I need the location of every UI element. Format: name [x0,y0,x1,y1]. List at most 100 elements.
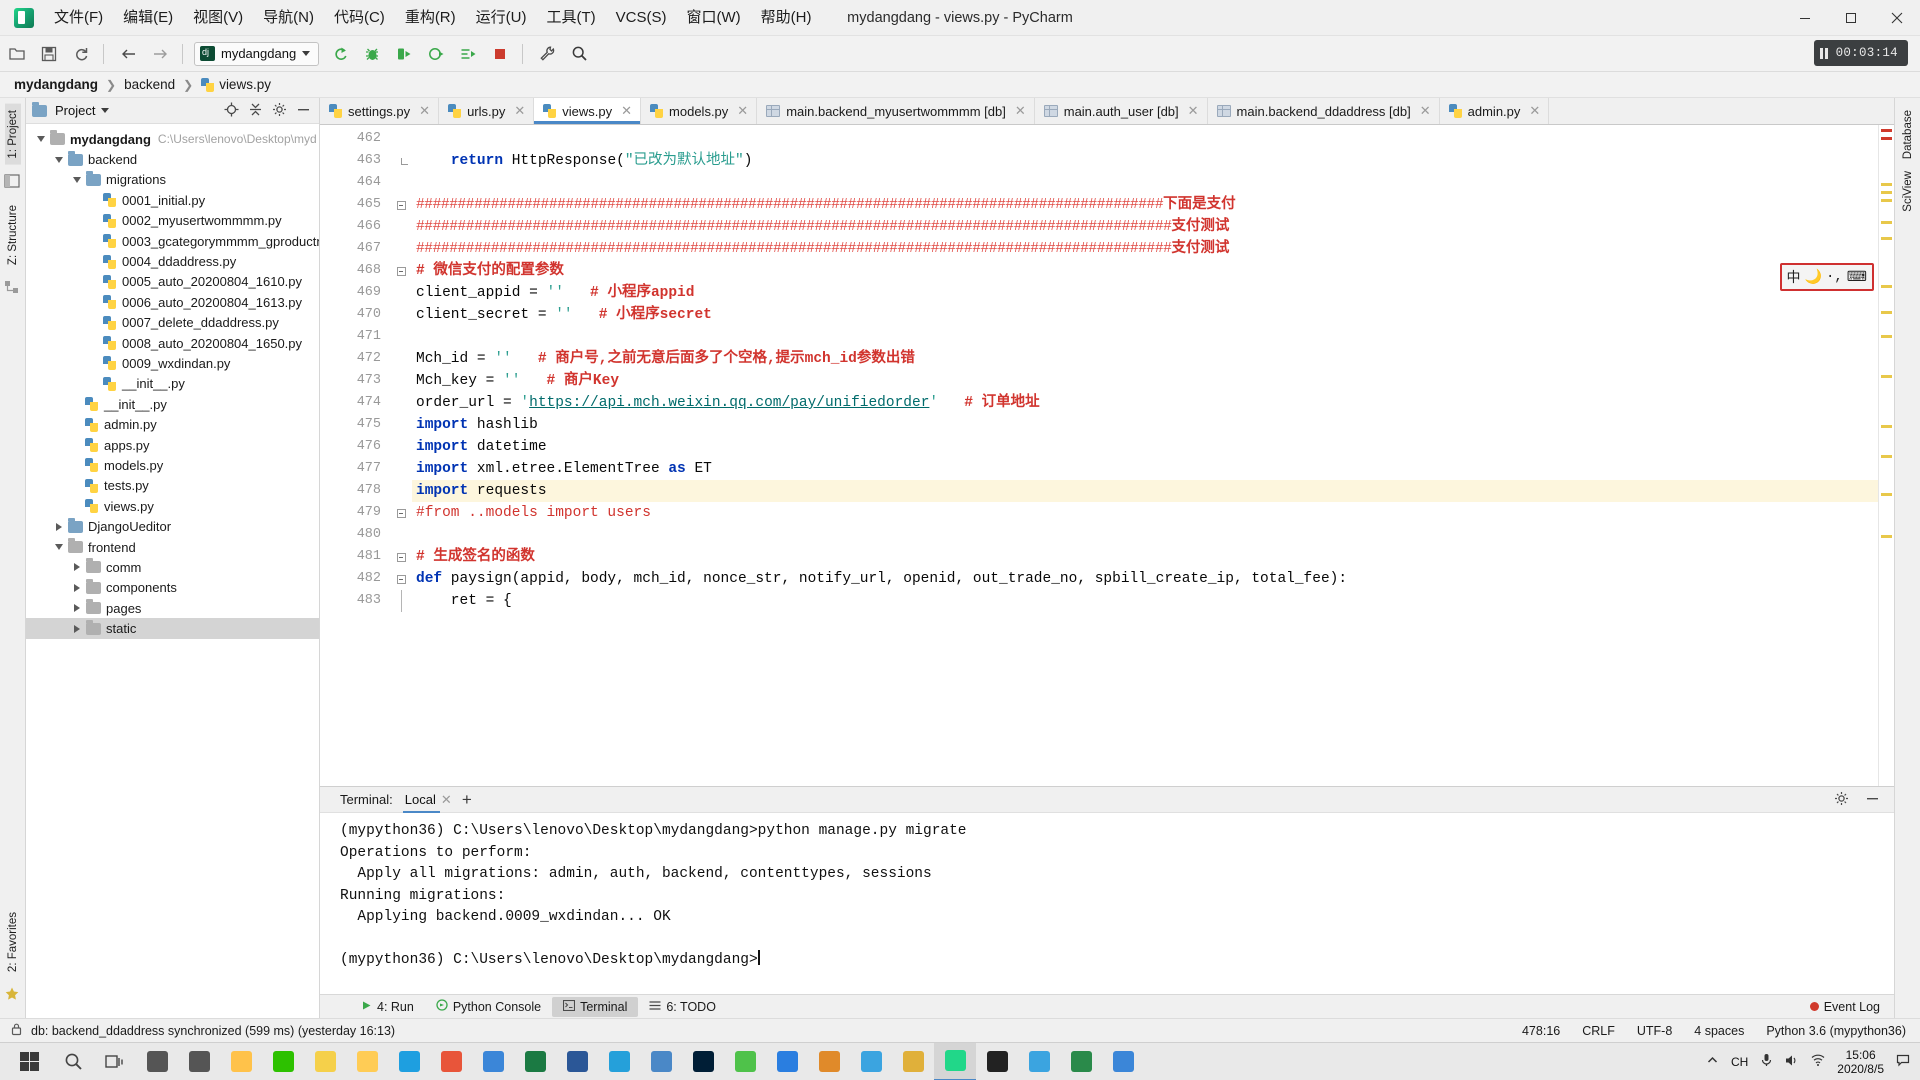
editor-tab[interactable]: main.backend_myusertwommmm [db] ✕ [757,98,1035,124]
tool-window-button[interactable]: Terminal [552,996,639,1017]
fold-collapse-icon[interactable] [396,574,406,584]
taskbar-app-wechat[interactable] [262,1043,304,1080]
sync-button[interactable] [66,40,96,68]
profile-button[interactable] [421,40,451,68]
breadcrumb-item-file[interactable]: views.py [201,77,271,92]
warning-stripe-mark[interactable] [1881,183,1892,186]
taskbar-app-browser[interactable] [472,1043,514,1080]
fold-end-icon[interactable] [400,157,408,165]
code-line[interactable]: # 生成签名的函数 [412,546,1878,568]
terminal-settings-button[interactable] [1834,791,1849,809]
menu-tools[interactable]: 工具(T) [536,0,605,36]
tray-chevron-icon[interactable] [1706,1054,1719,1070]
editor-tab[interactable]: models.py ✕ [641,98,758,124]
locate-button[interactable] [224,102,239,120]
tree-node[interactable]: apps.py [26,435,319,455]
chevron-right-icon[interactable] [70,561,83,574]
new-terminal-button[interactable]: + [462,791,472,808]
taskbar-app-chrome[interactable] [640,1043,682,1080]
tree-node[interactable]: 0005_auto_20200804_1610.py [26,272,319,292]
editor-viewport[interactable]: 462 463 464 465 466 467 468 469 470 471 472 473 474 4… [320,125,1894,786]
close-icon[interactable]: ✕ [1015,103,1026,119]
fold-marker[interactable] [390,502,412,524]
tree-node[interactable]: views.py [26,496,319,516]
chevron-right-icon[interactable] [70,602,83,615]
warning-stripe-mark[interactable] [1881,237,1892,240]
caret-position[interactable]: 478:16 [1522,1024,1560,1038]
warning-stripe-mark[interactable] [1881,335,1892,338]
run-with-coverage-button[interactable] [389,40,419,68]
close-icon[interactable]: ✕ [1529,103,1540,119]
code-line[interactable]: Mch_id = '' # 商户号,之前无意后面多了个空格,提示mch_id参数… [412,348,1878,370]
run-configuration-selector[interactable]: mydangdang [194,41,320,66]
tree-node[interactable]: DjangoUeditor [26,516,319,536]
tree-node[interactable]: 0002_myusertwommmm.py [26,211,319,231]
close-icon[interactable]: ✕ [737,103,748,119]
taskbar-app-chrome2[interactable] [724,1043,766,1080]
tree-node[interactable]: admin.py [26,414,319,434]
fold-marker[interactable] [390,194,412,216]
tree-node[interactable]: __init__.py [26,374,319,394]
project-tree[interactable]: mydangdang C:\Users\lenovo\Desktop\myd bac… [26,124,319,1018]
warning-stripe-mark[interactable] [1881,535,1892,538]
close-icon[interactable]: ✕ [621,103,632,119]
code-line[interactable]: client_secret = '' # 小程序secret [412,304,1878,326]
terminal-output[interactable]: (mypython36) C:\Users\lenovo\Desktop\myd… [320,813,1894,994]
code-line[interactable]: import datetime [412,436,1878,458]
code-line[interactable]: import xml.etree.ElementTree as ET [412,458,1878,480]
tree-node[interactable]: 0009_wxdindan.py [26,353,319,373]
error-stripe-gutter[interactable] [1878,125,1894,786]
taskbar-app-excel[interactable] [514,1043,556,1080]
warning-stripe-mark[interactable] [1881,311,1892,314]
menu-edit[interactable]: 编辑(E) [113,0,183,36]
taskbar-app-edge[interactable] [598,1043,640,1080]
fold-marker[interactable] [390,590,412,612]
editor-tab[interactable]: urls.py ✕ [439,98,535,124]
tree-node[interactable]: 0008_auto_20200804_1650.py [26,333,319,353]
forward-button[interactable] [145,40,175,68]
maximize-button[interactable] [1828,0,1874,36]
tool-window-button[interactable]: 4: Run [350,997,425,1017]
code-line[interactable]: # 微信支付的配置参数 [412,260,1878,282]
tree-node[interactable]: 0003_gcategorymmmm_gproductn [26,231,319,251]
taskbar-app-tool[interactable] [808,1043,850,1080]
chevron-down-icon[interactable] [34,133,47,146]
warning-stripe-mark[interactable] [1881,455,1892,458]
warning-stripe-mark[interactable] [1881,375,1892,378]
tool-window-button[interactable]: Python Console [425,997,552,1017]
taskbar-app-search[interactable] [136,1043,178,1080]
taskbar-search-button[interactable] [52,1043,94,1080]
warning-stripe-mark[interactable] [1881,221,1892,224]
taskbar-app-cloud[interactable] [850,1043,892,1080]
terminal-hide-button[interactable] [1865,791,1880,809]
taskbar-app-pycharm[interactable] [934,1042,976,1080]
code-line[interactable]: ########################################… [412,238,1878,260]
warning-stripe-mark[interactable] [1881,493,1892,496]
code-line[interactable]: def paysign(appid, body, mch_id, nonce_s… [412,568,1878,590]
tray-notification-icon[interactable] [1896,1053,1910,1070]
close-icon[interactable]: ✕ [1420,103,1431,119]
editor-tab[interactable]: views.py ✕ [534,98,642,124]
fold-marker[interactable] [390,260,412,282]
fold-collapse-icon[interactable] [396,200,406,210]
tree-node[interactable]: backend [26,149,319,169]
breadcrumb-item-backend[interactable]: backend [124,77,175,92]
taskbar-app-file-explorer[interactable] [220,1043,262,1080]
taskbar-app-player[interactable] [1018,1043,1060,1080]
sidebar-item-project[interactable]: 1: Project [4,104,21,165]
breadcrumb-item-project[interactable]: mydangdang [14,77,98,92]
tray-volume-icon[interactable] [1785,1054,1799,1070]
chevron-right-icon[interactable] [70,581,83,594]
tree-node[interactable]: components [26,578,319,598]
fold-collapse-icon[interactable] [396,508,406,518]
error-stripe-mark[interactable] [1881,137,1892,140]
menu-run[interactable]: 运行(U) [466,0,537,36]
sidebar-item-database[interactable]: Database [1900,104,1916,165]
taskbar-app-vscode[interactable] [1102,1043,1144,1080]
tree-node[interactable]: 0006_auto_20200804_1613.py [26,292,319,312]
taskbar-app-list[interactable] [136,1042,1144,1080]
code-line[interactable] [412,128,1878,150]
minimize-button[interactable] [1782,0,1828,36]
editor-tab[interactable]: admin.py ✕ [1439,98,1550,124]
tree-node[interactable]: mydangdang C:\Users\lenovo\Desktop\myd [26,129,319,149]
